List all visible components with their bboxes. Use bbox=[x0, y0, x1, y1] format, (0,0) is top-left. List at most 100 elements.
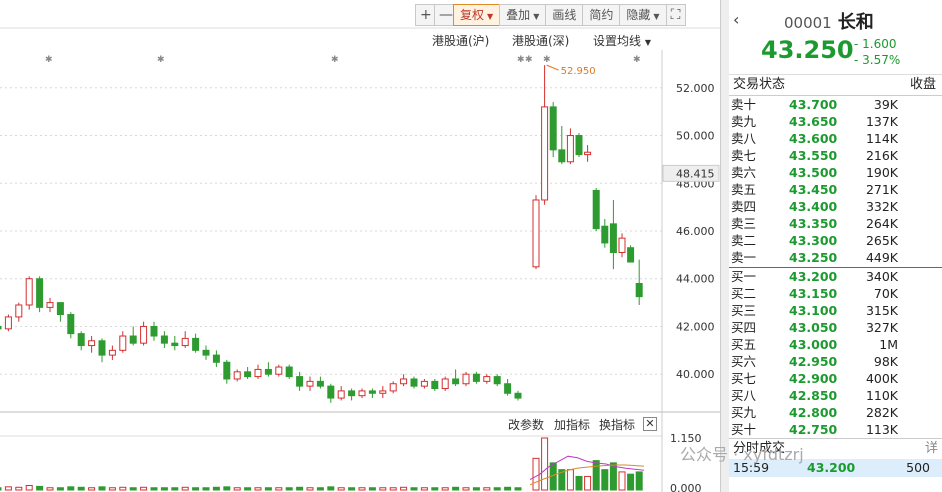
candle-body bbox=[296, 376, 304, 387]
candle-body bbox=[635, 283, 643, 298]
fullscreen-button[interactable]: ⛶ bbox=[665, 4, 686, 26]
ask-row[interactable]: 卖九 43.650 137K bbox=[729, 113, 942, 130]
candle-body bbox=[36, 278, 44, 308]
candle-body bbox=[119, 335, 127, 351]
switch-indicator-button[interactable]: 换指标 bbox=[599, 416, 635, 434]
volume-bar bbox=[192, 487, 200, 491]
ask-row[interactable]: 卖八 43.600 114K bbox=[729, 130, 942, 147]
restore-rights-button[interactable]: 复权 ▼ bbox=[453, 4, 501, 26]
volume-bar bbox=[358, 487, 366, 491]
candle-body bbox=[15, 304, 23, 318]
trades-detail-button[interactable]: 详 bbox=[925, 439, 938, 459]
restore-rights-label: 复权 bbox=[460, 8, 485, 22]
bid-row[interactable]: 买六 42.950 98K bbox=[729, 353, 942, 370]
volume-bar bbox=[275, 487, 283, 491]
ask-label: 卖二 bbox=[731, 233, 757, 248]
bid-row[interactable]: 买三 43.100 315K bbox=[729, 302, 942, 319]
volume-bar bbox=[46, 487, 54, 491]
volume-bar bbox=[150, 487, 158, 491]
ask-row[interactable]: 卖一 43.250 449K bbox=[729, 249, 942, 266]
bid-volume: 282K bbox=[865, 405, 898, 420]
candle-body bbox=[549, 106, 557, 151]
bid-volume: 340K bbox=[865, 269, 898, 284]
ask-row[interactable]: 卖六 43.500 190K bbox=[729, 164, 942, 181]
volume-bar bbox=[541, 437, 549, 491]
draw-line-button[interactable]: 画线 bbox=[545, 4, 584, 26]
volume-bar bbox=[296, 486, 304, 491]
candle-body bbox=[181, 337, 189, 347]
ask-price: 43.550 bbox=[789, 148, 838, 163]
candle-body bbox=[285, 366, 293, 378]
volume-bar bbox=[244, 487, 252, 491]
zoom-out-button[interactable]: — bbox=[434, 4, 454, 26]
volume-bar bbox=[462, 487, 470, 491]
fullscreen-icon: ⛶ bbox=[670, 7, 681, 23]
ask-volume: 114K bbox=[865, 131, 898, 146]
chevron-down-icon: ▼ bbox=[487, 12, 494, 21]
close-icon[interactable]: ✕ bbox=[643, 417, 657, 431]
hk-connect-sz-link[interactable]: 港股通(深) bbox=[512, 32, 569, 48]
bid-row[interactable]: 买十 42.750 113K bbox=[729, 421, 942, 438]
zoom-in-button[interactable]: + bbox=[415, 4, 435, 26]
quote-header: ‹ 00001 长和 43.250 - 1.600 - 3.57% bbox=[729, 0, 942, 75]
volume-bar bbox=[56, 487, 64, 491]
candle-body bbox=[327, 385, 335, 399]
candle-body bbox=[46, 302, 54, 308]
ma-settings-button[interactable]: 设置均线 ▼ bbox=[593, 32, 651, 48]
volume-tick-label: 0.000 bbox=[670, 482, 702, 492]
candle-body bbox=[192, 337, 200, 351]
volume-bar bbox=[592, 460, 600, 491]
candle-body bbox=[441, 378, 449, 390]
volume-bar bbox=[389, 487, 397, 491]
bid-price: 43.050 bbox=[789, 320, 838, 335]
bid-label: 买二 bbox=[731, 286, 757, 301]
candle-body bbox=[601, 225, 609, 244]
ask-row[interactable]: 卖五 43.450 271K bbox=[729, 181, 942, 198]
ask-row[interactable]: 卖十 43.700 39K bbox=[729, 96, 942, 113]
chart-area[interactable]: 52.000 50.000 48.000 46.000 44.000 42.000 40.0… bbox=[0, 0, 720, 492]
volume-bar bbox=[441, 487, 449, 491]
hk-connect-sh-link[interactable]: 港股通(沪) bbox=[432, 32, 489, 48]
overlay-button[interactable]: 叠加 ▼ bbox=[499, 4, 547, 26]
hide-button[interactable]: 隐藏 ▼ bbox=[619, 4, 667, 26]
volume-bar bbox=[67, 486, 75, 491]
event-marker-icon: ✱ bbox=[633, 55, 641, 65]
volume-bar bbox=[0, 487, 2, 491]
candle-body bbox=[504, 383, 512, 394]
volume-bar bbox=[493, 487, 501, 491]
volume-bar bbox=[88, 487, 96, 491]
ask-row[interactable]: 卖七 43.550 216K bbox=[729, 147, 942, 164]
ask-row[interactable]: 卖四 43.400 332K bbox=[729, 198, 942, 215]
chevron-left-icon[interactable]: ‹ bbox=[733, 10, 739, 29]
bid-row[interactable]: 买五 43.000 1M bbox=[729, 336, 942, 353]
ask-label: 卖七 bbox=[731, 148, 757, 163]
event-marker-icon: ✱ bbox=[525, 55, 533, 65]
ask-volume: 216K bbox=[865, 148, 898, 163]
simple-mode-button[interactable]: 简约 bbox=[582, 4, 621, 26]
bid-row[interactable]: 买二 43.150 70K bbox=[729, 285, 942, 302]
volume-bar bbox=[368, 487, 376, 491]
max-price-pointer bbox=[546, 64, 559, 71]
bid-row[interactable]: 买四 43.050 327K bbox=[729, 319, 942, 336]
candle-body bbox=[389, 383, 397, 392]
bid-label: 买七 bbox=[731, 371, 757, 386]
ask-row[interactable]: 卖三 43.350 264K bbox=[729, 215, 942, 232]
candle-body bbox=[108, 349, 116, 356]
candle-body bbox=[493, 376, 501, 385]
ask-row[interactable]: 卖二 43.300 265K bbox=[729, 232, 942, 249]
bid-row[interactable]: 买一 43.200 340K bbox=[729, 268, 942, 285]
bid-row[interactable]: 买八 42.850 110K bbox=[729, 387, 942, 404]
ask-volume: 265K bbox=[865, 233, 898, 248]
bid-price: 42.900 bbox=[789, 371, 838, 386]
bid-row[interactable]: 买九 42.800 282K bbox=[729, 404, 942, 421]
candle-body bbox=[212, 354, 220, 363]
volume-bar bbox=[181, 486, 189, 491]
add-indicator-button[interactable]: 加指标 bbox=[554, 416, 590, 434]
change-block: - 1.600 - 3.57% bbox=[854, 36, 900, 68]
change-params-button[interactable]: 改参数 bbox=[508, 416, 544, 434]
candle-body bbox=[264, 368, 272, 375]
candle-body bbox=[541, 106, 549, 201]
bid-row[interactable]: 买七 42.900 400K bbox=[729, 370, 942, 387]
candle-body bbox=[472, 373, 480, 382]
chevron-down-icon: ▼ bbox=[533, 12, 540, 21]
